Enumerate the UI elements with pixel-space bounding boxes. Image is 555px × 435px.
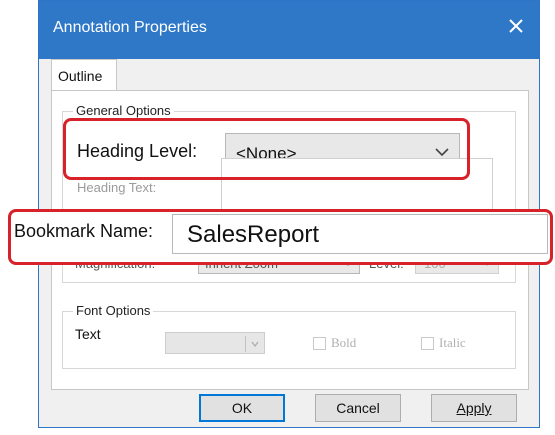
apply-button[interactable]: Apply [431,394,517,422]
tab-outline[interactable]: Outline [51,59,117,91]
ok-button[interactable]: OK [199,394,285,422]
apply-button-label: Apply [456,400,492,416]
italic-checkbox[interactable] [421,337,434,350]
bold-checkbox[interactable] [313,337,326,350]
bookmark-name-input[interactable]: SalesReport [172,214,548,254]
font-options-group: Font Options Text Bold Italic [62,303,516,369]
general-options-title: General Options [73,103,174,118]
heading-text-field[interactable] [221,158,493,212]
italic-label: Italic [439,335,466,350]
cancel-button[interactable]: Cancel [315,394,401,422]
heading-text-label: Heading Text: [77,180,157,195]
dialog-title: Annotation Properties [53,19,207,36]
font-color-picker[interactable] [165,332,265,354]
dialog-titlebar: Annotation Properties [39,1,539,59]
font-options-title: Font Options [73,303,154,318]
separator [245,336,246,352]
close-icon[interactable] [505,15,527,37]
chevron-down-icon [251,334,259,352]
bookmark-name-label: Bookmark Name: [14,221,154,241]
heading-level-label: Heading Level: [77,141,198,161]
font-text-label: Text [75,326,101,342]
bold-label: Bold [331,335,357,350]
